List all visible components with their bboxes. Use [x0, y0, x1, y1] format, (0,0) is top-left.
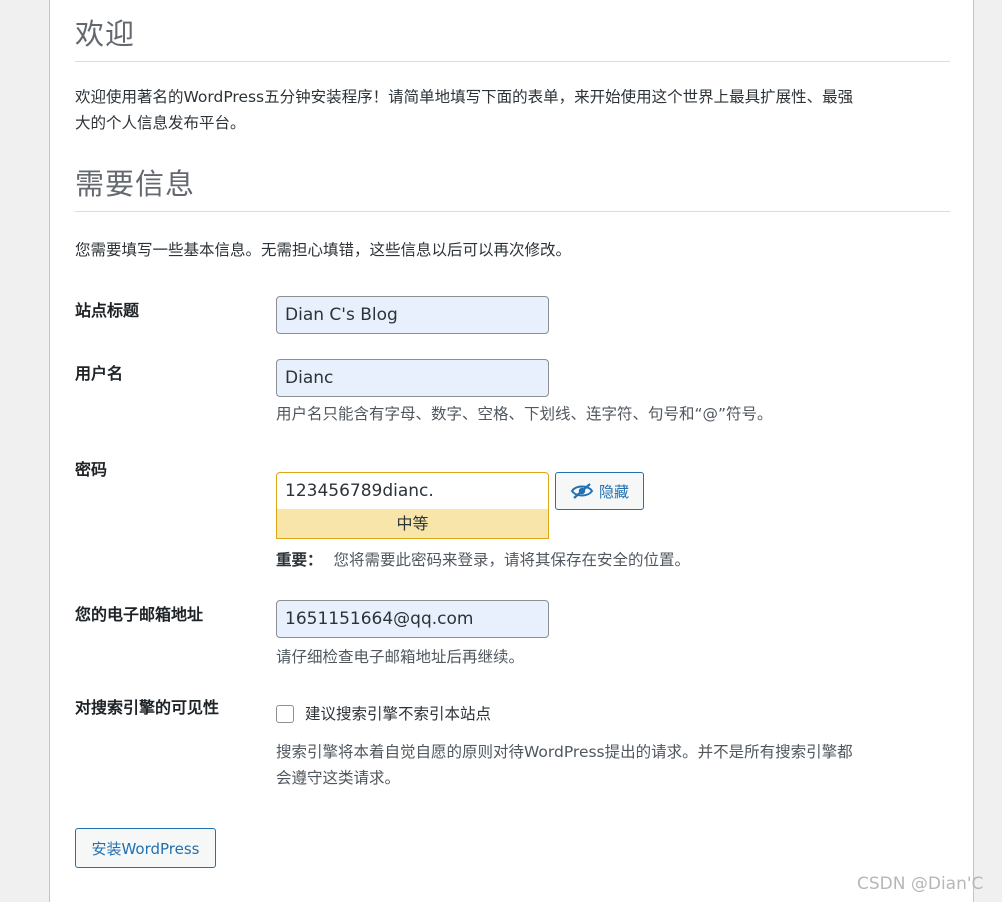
- required-info-intro: 您需要填写一些基本信息。无需担心填错，这些信息以后可以再次修改。: [75, 241, 572, 259]
- install-wordpress-button[interactable]: 安装WordPress: [75, 828, 216, 868]
- important-text: 您将需要此密码来登录，请将其保存在安全的位置。: [333, 551, 690, 569]
- discourage-search-checkbox[interactable]: [276, 705, 294, 723]
- watermark: CSDN @Dian'C: [857, 874, 984, 894]
- search-visibility-note-line-1: 搜索引擎将本着自觉自愿的原则对待WordPress提出的请求。并不是所有搜索引擎…: [276, 743, 853, 761]
- install-panel: 欢迎 欢迎使用著名的WordPress五分钟安装程序！请简单地填写下面的表单，来…: [49, 0, 974, 902]
- divider: [75, 61, 950, 62]
- hide-password-label: 隐藏: [598, 482, 629, 501]
- password-label: 密码: [75, 460, 108, 479]
- search-visibility-label: 对搜索引擎的可见性: [75, 698, 220, 717]
- username-label: 用户名: [75, 364, 124, 383]
- divider: [75, 211, 950, 212]
- site-title-label: 站点标题: [75, 301, 140, 320]
- welcome-intro-line-2: 大的个人信息发布平台。: [75, 114, 246, 132]
- email-label: 您的电子邮箱地址: [75, 605, 204, 624]
- password-important-note: 重要： 您将需要此密码来登录，请将其保存在安全的位置。: [276, 548, 690, 572]
- required-info-heading: 需要信息: [75, 167, 196, 201]
- password-input[interactable]: [276, 472, 549, 510]
- site-title-input[interactable]: [276, 296, 549, 334]
- search-visibility-note-line-2: 会遵守这类请求。: [276, 769, 401, 787]
- eye-slash-icon: [570, 482, 594, 500]
- email-hint: 请仔细检查电子邮箱地址后再继续。: [276, 648, 525, 666]
- welcome-heading: 欢迎: [75, 17, 136, 51]
- hide-password-button[interactable]: 隐藏: [555, 472, 644, 510]
- email-input[interactable]: [276, 600, 549, 638]
- username-input[interactable]: [276, 359, 549, 397]
- important-label: 重要：: [276, 551, 323, 569]
- password-strength-meter: 中等: [276, 509, 549, 539]
- discourage-search-label[interactable]: 建议搜索引擎不索引本站点: [305, 702, 491, 726]
- welcome-intro-line-1: 欢迎使用著名的WordPress五分钟安装程序！请简单地填写下面的表单，来开始使…: [75, 88, 854, 106]
- username-hint: 用户名只能含有字母、数字、空格、下划线、连字符、句号和“@”符号。: [276, 405, 773, 423]
